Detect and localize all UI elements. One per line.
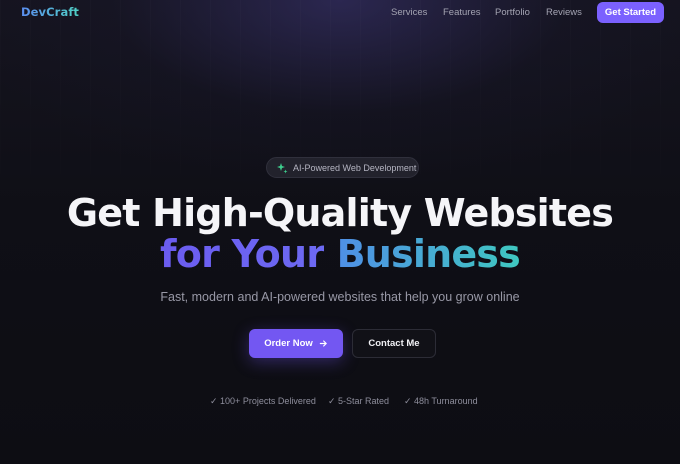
page-background: DevCraft Services Features Portfolio Rev… bbox=[0, 0, 680, 464]
order-now-label: Order Now bbox=[264, 338, 313, 349]
nav-link-services[interactable]: Services bbox=[391, 7, 427, 18]
feature-projects: ✓ 100+ Projects Delivered bbox=[210, 396, 316, 406]
headline-gradient-part1: for Your bbox=[160, 232, 325, 276]
order-now-button[interactable]: Order Now bbox=[249, 329, 343, 358]
top-navbar: DevCraft Services Features Portfolio Rev… bbox=[0, 0, 680, 26]
hero-headline-line2: for Your Business bbox=[0, 232, 680, 276]
get-started-button[interactable]: Get Started bbox=[597, 2, 664, 23]
headline-gradient-part2: Business bbox=[336, 232, 521, 276]
hero-headline-line1: Get High-Quality Websites bbox=[66, 191, 614, 235]
brand-logo[interactable]: DevCraft bbox=[21, 5, 79, 19]
nav-link-reviews[interactable]: Reviews bbox=[546, 7, 582, 18]
hero-subtitle: Fast, modern and AI-powered websites tha… bbox=[160, 290, 520, 304]
contact-me-button[interactable]: Contact Me bbox=[352, 329, 436, 358]
badge-label: AI-Powered Web Development bbox=[293, 162, 417, 173]
feature-rating: ✓ 5-Star Rated bbox=[328, 396, 390, 406]
hero-badge: AI-Powered Web Development bbox=[266, 157, 419, 178]
sparkle-icon bbox=[276, 162, 288, 174]
feature-turnaround: ✓ 48h Turnaround bbox=[404, 396, 478, 406]
nav-link-portfolio[interactable]: Portfolio bbox=[495, 7, 530, 18]
arrow-right-icon bbox=[319, 339, 328, 348]
nav-link-features[interactable]: Features bbox=[443, 7, 481, 18]
